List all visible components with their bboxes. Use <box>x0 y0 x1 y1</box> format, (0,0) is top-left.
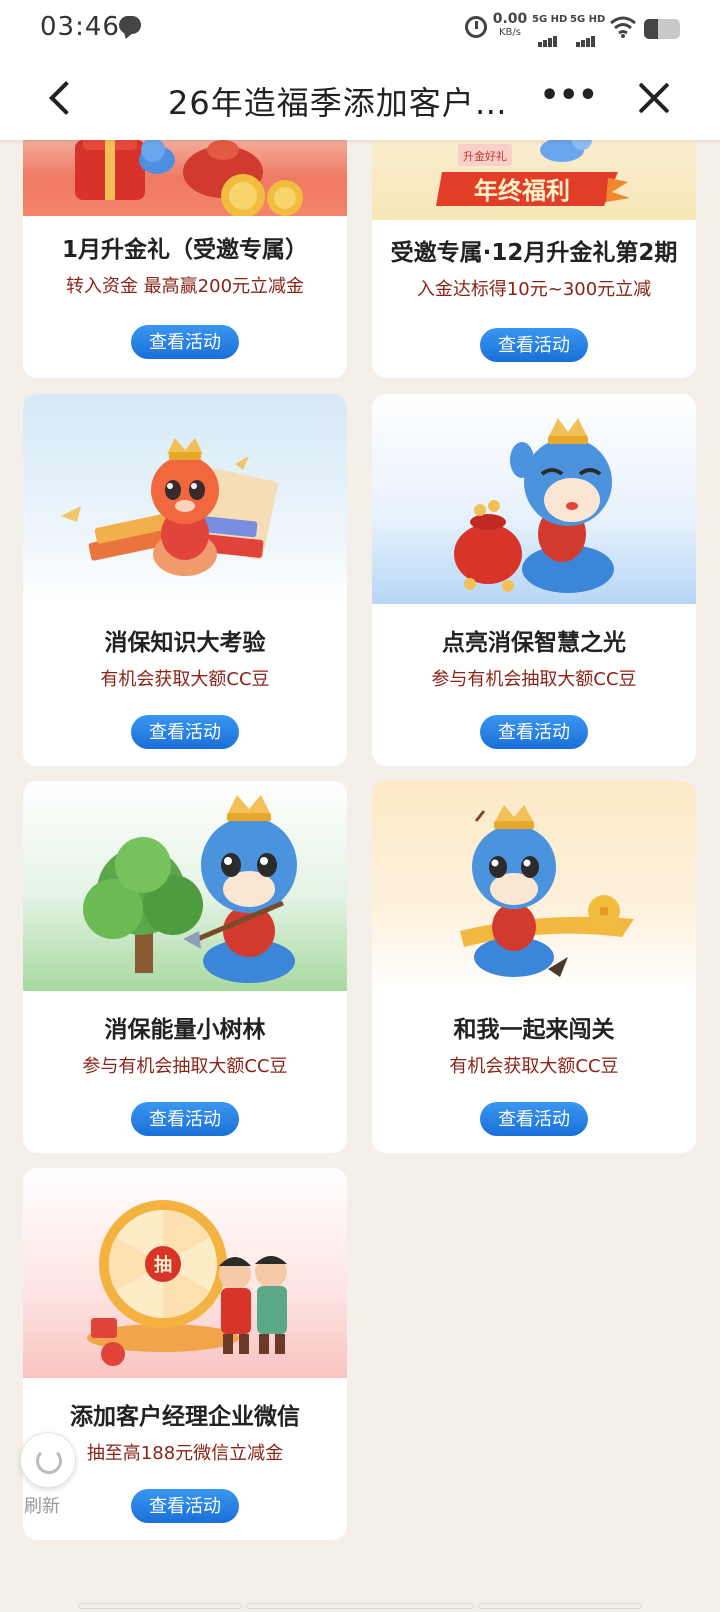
mascot-moneybag-illustration <box>454 418 614 593</box>
view-activity-button[interactable]: 查看活动 <box>131 715 239 749</box>
signal-icon: 5G HD <box>532 14 568 47</box>
view-activity-button[interactable]: 查看活动 <box>480 715 588 749</box>
close-button[interactable] <box>634 78 674 118</box>
activity-card[interactable]: 消保能量小树林 参与有机会抽取大额CC豆 查看活动 <box>23 781 347 1153</box>
wheel-center-label: 抽 <box>154 1254 172 1276</box>
mascot-books-illustration <box>61 438 278 576</box>
card-subtitle: 参与有机会抽取大额CC豆 <box>82 1056 288 1077</box>
banner-text: 年终福利 <box>474 177 570 205</box>
net-speed: 0.00 KB/s <box>492 12 528 40</box>
card-banner-image <box>23 781 347 991</box>
signal-icon: 5G HD <box>570 14 606 47</box>
mascot-tree-illustration <box>83 795 297 983</box>
page-title: 26年造福季添加客户… <box>168 84 508 122</box>
bottom-tab-edge <box>478 1603 642 1609</box>
activity-card[interactable]: 和我一起来闯关 有机会获取大额CC豆 查看活动 <box>372 781 696 1153</box>
sim1-label: 5G HD <box>532 14 568 25</box>
refresh-label: 刷新 <box>24 1496 60 1517</box>
activity-card[interactable]: 点亮消保智慧之光 参与有机会抽取大额CC豆 查看活动 <box>372 394 696 766</box>
status-bar: 03:46 0.00 KB/s 5G HD 5G HD <box>0 0 720 56</box>
chat-bubble-icon <box>119 16 141 34</box>
card-banner-image <box>372 394 696 604</box>
net-speed-value: 0.00 <box>492 11 528 27</box>
card-subtitle: 有机会获取大额CC豆 <box>449 1056 619 1077</box>
bottom-tab-edge <box>246 1603 474 1609</box>
card-title: 和我一起来闯关 <box>453 1017 615 1043</box>
view-activity-button[interactable]: 查看活动 <box>131 1102 239 1136</box>
mascot-brush-illustration <box>460 805 634 977</box>
card-title: 添加客户经理企业微信 <box>70 1404 300 1430</box>
card-banner-image <box>372 781 696 991</box>
battery-icon <box>644 19 680 39</box>
refresh-button[interactable] <box>20 1432 76 1488</box>
card-title: 1月升金礼（受邀专属） <box>61 237 308 263</box>
card-title: 受邀专属·12月升金礼第2期 <box>390 240 678 266</box>
status-time: 03:46 <box>40 12 120 42</box>
card-banner-image <box>23 394 347 604</box>
activity-card[interactable]: 抽 添加客户经理企业微信 抽至高188元微信立减金 查看活动 <box>23 1168 347 1540</box>
more-button[interactable]: ••• <box>540 81 598 114</box>
card-subtitle: 有机会获取大额CC豆 <box>100 669 270 690</box>
net-speed-unit: KB/s <box>499 27 521 38</box>
wifi-icon <box>610 16 636 38</box>
back-button[interactable] <box>40 74 88 122</box>
card-subtitle: 入金达标得10元~300元立减 <box>416 279 652 300</box>
card-title: 消保知识大考验 <box>104 630 266 656</box>
alarm-icon <box>465 16 487 38</box>
card-title: 点亮消保智慧之光 <box>442 630 626 656</box>
activity-card[interactable]: 1月升金礼（受邀专属） 转入资金 最高赢200元立减金 查看活动 <box>23 120 347 378</box>
refresh-icon <box>36 1448 62 1474</box>
card-subtitle: 参与有机会抽取大额CC豆 <box>431 669 637 690</box>
activity-card[interactable]: 消保知识大考验 有机会获取大额CC豆 查看活动 <box>23 394 347 766</box>
view-activity-button[interactable]: 查看活动 <box>131 325 239 359</box>
card-title: 消保能量小树林 <box>104 1017 266 1043</box>
view-activity-button[interactable]: 查看活动 <box>480 1102 588 1136</box>
sim2-label: 5G HD <box>570 14 606 25</box>
bottom-tab-edge <box>78 1603 242 1609</box>
view-activity-button[interactable]: 查看活动 <box>480 328 588 362</box>
card-subtitle: 转入资金 最高赢200元立减金 <box>65 276 305 297</box>
card-banner-image: 抽 <box>23 1168 347 1378</box>
lucky-wheel-illustration: 抽 <box>87 1200 287 1366</box>
banner-tag: 升金好礼 <box>463 149 507 163</box>
view-activity-button[interactable]: 查看活动 <box>131 1489 239 1523</box>
activity-card[interactable]: 升金好礼 年终福利 受邀专属·12月升金礼第2期 入金达标得10元~300元立减… <box>372 120 696 378</box>
nav-bar: 26年造福季添加客户… ••• <box>0 56 720 140</box>
